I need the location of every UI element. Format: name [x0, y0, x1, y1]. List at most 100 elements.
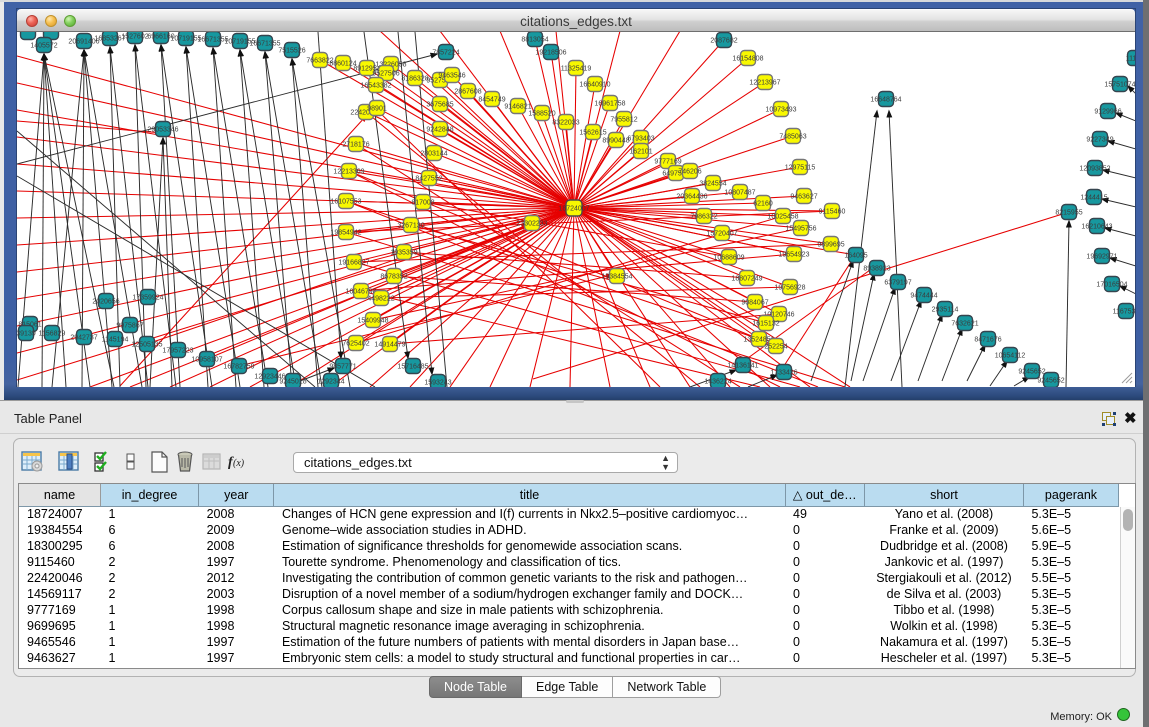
- svg-text:9115460: 9115460: [819, 209, 846, 216]
- svg-text:9975867: 9975867: [116, 323, 143, 330]
- svg-text:19654923: 19654923: [778, 252, 809, 259]
- svg-text:9463627: 9463627: [790, 194, 817, 201]
- svg-text:9084067: 9084067: [741, 300, 768, 307]
- svg-text:9899695: 9899695: [817, 242, 844, 249]
- svg-text:2803144: 2803144: [420, 151, 447, 158]
- svg-text:17016504: 17016504: [1096, 282, 1127, 289]
- svg-text:11325419: 11325419: [561, 66, 592, 73]
- svg-text:11175: 11175: [1126, 56, 1135, 63]
- svg-text:9527506: 9527506: [372, 71, 399, 78]
- svg-text:1292344: 1292344: [317, 379, 344, 386]
- svg-text:16107553: 16107553: [330, 199, 361, 206]
- svg-text:15409948: 15409948: [357, 318, 388, 325]
- svg-text:14136141: 14136141: [727, 363, 758, 370]
- svg-text:817008: 817008: [411, 200, 434, 207]
- svg-text:2718176: 2718176: [342, 142, 369, 149]
- svg-text:9227349: 9227349: [1086, 137, 1113, 144]
- svg-text:16210643: 16210643: [1081, 224, 1112, 231]
- svg-text:7955812: 7955812: [610, 117, 637, 124]
- svg-text:2867608: 2867608: [454, 89, 481, 96]
- svg-text:252254: 252254: [764, 344, 787, 351]
- svg-text:1156829: 1156829: [39, 331, 66, 338]
- svg-text:12505135: 12505135: [131, 342, 162, 349]
- svg-text:8471676: 8471676: [974, 337, 1001, 344]
- svg-text:8215955: 8215955: [1055, 210, 1082, 217]
- svg-text:1167535: 1167535: [1113, 309, 1135, 316]
- svg-text:17359924: 17359924: [132, 295, 163, 302]
- svg-text:164095: 164095: [844, 253, 867, 260]
- svg-text:16154808: 16154808: [732, 56, 763, 63]
- svg-text:19854942: 19854942: [330, 230, 361, 237]
- svg-text:10807487: 10807487: [724, 190, 755, 197]
- svg-text:7625402: 7625402: [342, 341, 369, 348]
- svg-text:8186328: 8186328: [401, 76, 428, 83]
- svg-text:12213369: 12213369: [333, 169, 364, 176]
- svg-text:19756928: 19756928: [774, 285, 805, 292]
- svg-text:7632621: 7632621: [951, 321, 978, 328]
- svg-text:9857771: 9857771: [329, 364, 356, 371]
- svg-text:39139: 39139: [17, 331, 36, 338]
- svg-text:10958107: 10958107: [191, 357, 222, 364]
- svg-text:8813054: 8813054: [521, 37, 548, 44]
- svg-text:8678352: 8678352: [380, 274, 407, 281]
- svg-text:(x): (x): [233, 458, 245, 469]
- svg-text:1244415: 1244415: [1080, 195, 1107, 202]
- svg-text:19166827: 19166827: [338, 260, 369, 267]
- svg-text:18807249: 18807249: [731, 276, 762, 283]
- svg-text:16671355: 16671355: [249, 41, 280, 48]
- svg-text:15716485: 15716485: [397, 364, 428, 371]
- svg-text:10025458: 10025458: [767, 214, 798, 221]
- svg-text:3675685: 3675685: [426, 102, 453, 109]
- svg-text:4498222: 4498222: [367, 296, 394, 303]
- svg-text:6793403: 6793403: [627, 136, 654, 143]
- svg-text:1436224: 1436224: [704, 379, 731, 386]
- svg-text:10688609: 10688609: [713, 255, 744, 262]
- svg-text:1935359: 1935359: [390, 250, 417, 257]
- svg-text:12975115: 12975115: [785, 165, 816, 172]
- svg-text:746206: 746206: [678, 169, 701, 176]
- svg-text:10654112: 10654112: [995, 353, 1026, 360]
- svg-text:2087682: 2087682: [710, 38, 737, 45]
- svg-text:15495756: 15495756: [785, 226, 816, 233]
- svg-text:9474444: 9474444: [910, 293, 937, 300]
- svg-text:16640910: 16640910: [579, 82, 610, 89]
- svg-text:15751074: 15751074: [1104, 82, 1135, 89]
- svg-text:16046798: 16046798: [345, 289, 376, 296]
- svg-text:14914479: 14914479: [374, 342, 405, 349]
- svg-text:3824554: 3824554: [699, 181, 726, 188]
- svg-text:7986322: 7986322: [690, 214, 717, 221]
- svg-text:62160: 62160: [753, 201, 773, 208]
- svg-text:19692971: 19692971: [1086, 254, 1117, 261]
- svg-text:16543382: 16543382: [360, 83, 391, 90]
- svg-text:15720407: 15720407: [706, 231, 737, 238]
- svg-text:1593243: 1593243: [424, 380, 451, 387]
- svg-text:7515526: 7515526: [278, 48, 305, 55]
- svg-text:7485063: 7485063: [779, 134, 806, 141]
- svg-text:16782759: 16782759: [223, 364, 254, 371]
- svg-text:1145194: 1145194: [102, 337, 129, 344]
- svg-text:2942737: 2942737: [70, 335, 97, 342]
- svg-text:1615132: 1615132: [752, 321, 779, 328]
- svg-text:8990448: 8990448: [602, 138, 629, 145]
- svg-text:17957223: 17957223: [162, 348, 193, 355]
- svg-text:9129966: 9129966: [1094, 109, 1121, 116]
- svg-text:2020656: 2020656: [92, 299, 119, 306]
- svg-text:1733426: 1733426: [770, 370, 797, 377]
- svg-text:18724007: 18724007: [558, 206, 589, 213]
- svg-text:19218506: 19218506: [535, 50, 566, 57]
- svg-text:8454749: 8454749: [478, 97, 505, 104]
- svg-text:9777169: 9777169: [654, 159, 681, 166]
- svg-text:1405572: 1405572: [30, 43, 57, 50]
- svg-text:12213967: 12213967: [749, 80, 780, 87]
- svg-text:1588520: 1588520: [528, 111, 555, 118]
- svg-text:9242848: 9242848: [426, 127, 453, 134]
- svg-text:12093852: 12093852: [1079, 166, 1110, 173]
- svg-text:9245652: 9245652: [1018, 369, 1045, 376]
- svg-text:7857224: 7857224: [432, 50, 459, 57]
- svg-text:20364436: 20364436: [676, 194, 707, 201]
- svg-text:1527602: 1527602: [121, 34, 148, 41]
- svg-text:98901: 98901: [367, 106, 387, 113]
- svg-text:3267130: 3267130: [397, 223, 424, 230]
- svg-text:2935114: 2935114: [932, 307, 959, 314]
- svg-text:162101: 162101: [629, 149, 652, 156]
